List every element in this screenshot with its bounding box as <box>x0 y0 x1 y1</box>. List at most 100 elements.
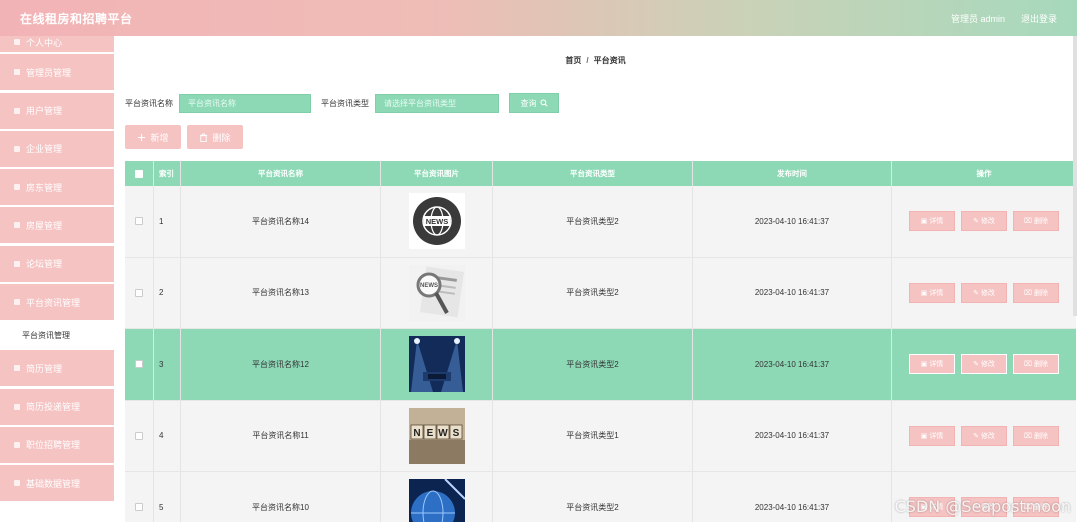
delete-button[interactable]: ⌧ 删除 <box>1013 282 1059 303</box>
row-checkbox[interactable] <box>135 431 143 440</box>
row-image-cell: NEWS <box>381 186 493 257</box>
app-title: 在线租房和招聘平台 <box>20 11 133 26</box>
detail-button[interactable]: ▣ 详情 <box>909 354 955 375</box>
sidebar-subitem-news[interactable]: 平台资讯管理 <box>0 322 114 349</box>
detail-button[interactable]: ▣ 详情 <box>909 282 955 303</box>
batch-delete-label: 删除 <box>212 132 231 143</box>
row-type: 平台资讯类型1 <box>493 400 693 471</box>
sidebar-item-basic-data[interactable]: 基础数据管理 <box>0 465 114 502</box>
sidebar-item-resume-delivery[interactable]: 简历投递管理 <box>0 388 114 425</box>
edit-button[interactable]: ✎ 修改 <box>961 425 1007 446</box>
row-index: 3 <box>154 329 181 400</box>
menu-icon <box>14 145 20 152</box>
add-button[interactable]: 新增 <box>125 125 181 149</box>
col-operations: 操作 <box>976 169 992 178</box>
row-time: 2023-04-10 16:41:37 <box>693 329 892 400</box>
delete-button[interactable]: ⌧ 删除 <box>1013 425 1059 446</box>
news-globe-icon[interactable]: NEWS <box>408 193 465 250</box>
header-actions: 管理员 admin 退出登录 <box>951 12 1057 25</box>
news-table: 索引 平台资讯名称 平台资讯图片 平台资讯类型 发布时间 操作 1 平台资讯名称… <box>125 161 1076 522</box>
news-blocks-image[interactable]: NEWS <box>408 407 465 464</box>
sidebar-item-label: 管理员管理 <box>26 67 72 78</box>
table-row[interactable]: 1 平台资讯名称14 NEWS 平台资讯类型2 2023-04-10 16:41… <box>125 186 1076 258</box>
sidebar-item-houses[interactable]: 房屋管理 <box>0 207 114 244</box>
col-type[interactable]: 平台资讯类型 <box>493 161 693 186</box>
select-all-checkbox[interactable] <box>135 169 143 178</box>
menu-icon <box>14 365 20 372</box>
sidebar-item-news[interactable]: 平台资讯管理 <box>0 284 114 321</box>
sidebar-item-label: 房东管理 <box>26 182 63 193</box>
sidebar-item-label: 职位招聘管理 <box>26 440 81 451</box>
row-type: 平台资讯类型2 <box>493 329 693 400</box>
row-operations: ▣ 详情 ✎ 修改 ⌧ 删除 <box>892 186 1076 257</box>
select-all-cell <box>125 161 154 186</box>
detail-icon: ▣ <box>920 361 928 369</box>
row-index: 4 <box>154 400 181 471</box>
svg-text:W: W <box>438 428 448 439</box>
type-select[interactable] <box>375 93 499 113</box>
row-time: 2023-04-10 16:41:37 <box>693 186 892 257</box>
detail-label: 详情 <box>929 218 944 226</box>
row-image-cell <box>381 329 493 400</box>
col-image: 平台资讯图片 <box>381 161 493 186</box>
edit-button[interactable]: ✎ 修改 <box>961 211 1007 232</box>
trash-icon <box>200 133 208 142</box>
row-index: 1 <box>154 186 181 257</box>
menu-icon <box>14 222 20 229</box>
sidebar: 个人中心 管理员管理 用户管理 企业管理 房东管理 房屋管理 论坛管理 平台资讯… <box>0 36 114 522</box>
table-row[interactable]: 3 平台资讯名称12 平台资讯类型2 2023-04-10 16:41:37 ▣… <box>125 329 1076 401</box>
svg-text:N: N <box>413 428 420 439</box>
sidebar-item-label: 基础数据管理 <box>26 478 81 489</box>
sidebar-item-label: 房屋管理 <box>26 220 63 231</box>
stage-spotlight-image[interactable] <box>408 336 465 393</box>
menu-icon <box>14 39 20 45</box>
row-checkbox-cell <box>125 257 154 328</box>
detail-icon: ▣ <box>920 218 928 226</box>
batch-delete-button[interactable]: 删除 <box>187 125 243 149</box>
row-index: 5 <box>154 472 181 522</box>
sidebar-item-profile[interactable]: 个人中心 <box>0 36 114 52</box>
table-row[interactable]: 4 平台资讯名称11 NEWS 平台资讯类型1 2023-04-10 16:41… <box>125 400 1076 472</box>
search-bar: 平台资讯名称 平台资讯类型 查询 <box>125 93 559 113</box>
sidebar-item-label: 个人中心 <box>26 37 63 48</box>
row-name: 平台资讯名称12 <box>181 329 381 400</box>
table-row[interactable]: 2 平台资讯名称13 NEWS 平台资讯类型2 2023-04-10 16:41… <box>125 257 1076 329</box>
detail-button[interactable]: ▣ 详情 <box>909 211 955 232</box>
col-name[interactable]: 平台资讯名称 <box>181 161 381 186</box>
row-checkbox[interactable] <box>135 217 143 226</box>
sidebar-item-users[interactable]: 用户管理 <box>0 92 114 129</box>
breadcrumb-home[interactable]: 首页 <box>565 56 581 65</box>
trash-icon: ⌧ <box>1023 218 1033 226</box>
sidebar-item-jobs[interactable]: 职位招聘管理 <box>0 426 114 463</box>
newspaper-magnifier-image[interactable]: NEWS <box>408 264 465 321</box>
row-checkbox[interactable] <box>135 503 143 512</box>
edit-button[interactable]: ✎ 修改 <box>961 282 1007 303</box>
logout-link[interactable]: 退出登录 <box>1021 12 1057 25</box>
row-index: 2 <box>154 257 181 328</box>
row-checkbox-cell <box>125 329 154 400</box>
row-checkbox-cell <box>125 472 154 522</box>
delete-button[interactable]: ⌧ 删除 <box>1013 211 1059 232</box>
globe-blue-image[interactable] <box>408 479 465 522</box>
edit-icon: ✎ <box>973 218 979 226</box>
row-checkbox[interactable] <box>135 288 143 297</box>
watermark: CSDN @Seapostmoon <box>894 497 1071 516</box>
detail-button[interactable]: ▣ 详情 <box>909 425 955 446</box>
delete-button[interactable]: ⌧ 删除 <box>1013 354 1059 375</box>
sidebar-item-landlords[interactable]: 房东管理 <box>0 169 114 206</box>
sidebar-item-forum[interactable]: 论坛管理 <box>0 245 114 282</box>
row-checkbox-cell <box>125 186 154 257</box>
name-search-input[interactable] <box>179 93 311 113</box>
col-time[interactable]: 发布时间 <box>693 161 892 186</box>
row-checkbox-cell <box>125 400 154 471</box>
sidebar-item-resumes[interactable]: 简历管理 <box>0 350 114 387</box>
edit-button[interactable]: ✎ 修改 <box>961 354 1007 375</box>
search-button[interactable]: 查询 <box>509 93 559 113</box>
admin-label[interactable]: 管理员 admin <box>951 12 1005 25</box>
row-type: 平台资讯类型2 <box>493 257 693 328</box>
row-checkbox[interactable] <box>135 360 143 369</box>
sidebar-item-admins[interactable]: 管理员管理 <box>0 54 114 91</box>
vertical-scrollbar[interactable] <box>1073 36 1077 316</box>
sidebar-item-companies[interactable]: 企业管理 <box>0 130 114 167</box>
sidebar-item-label: 用户管理 <box>26 106 63 117</box>
